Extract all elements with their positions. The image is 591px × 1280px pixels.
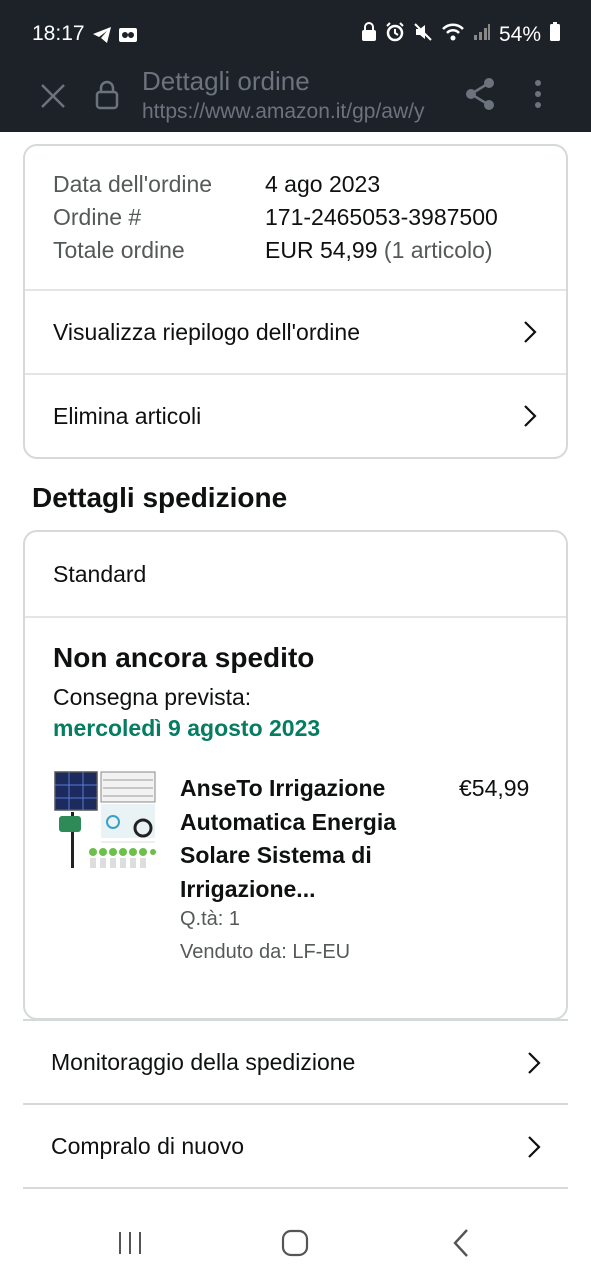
- order-total-row: Totale ordine EUR 54,99 (1 articolo): [53, 234, 538, 267]
- battery-percent: 54%: [498, 23, 541, 46]
- home-icon[interactable]: [276, 1226, 314, 1260]
- order-date-value: 4 ago 2023: [265, 171, 381, 197]
- status-icons: 54%: [361, 22, 561, 48]
- view-order-summary-label: Visualizza riepilogo dell'ordine: [53, 318, 360, 345]
- product-seller: Venduto da: LF-EU: [180, 941, 351, 963]
- product-title-line: Solare Sistema di: [180, 842, 372, 868]
- chevron-right-icon: [518, 404, 542, 428]
- shipping-method-label: Standard: [53, 560, 147, 587]
- shipping-card: Standard Non ancora spedito Consegna pre…: [23, 530, 568, 1020]
- wifi-icon: [441, 22, 465, 48]
- order-item-count: (1 articolo): [383, 237, 493, 263]
- order-total-label: Totale ordine: [53, 237, 185, 263]
- view-order-summary-link[interactable]: Visualizza riepilogo dell'ordine: [25, 289, 566, 373]
- telegram-icon: [92, 26, 112, 49]
- browser-page-title: Dettagli ordine: [142, 66, 310, 96]
- lock-status-icon: [361, 22, 377, 48]
- share-icon[interactable]: [462, 76, 498, 112]
- order-number-row: Ordine # 171-2465053-3987500: [53, 201, 538, 234]
- alarm-icon: [385, 22, 405, 48]
- product-title[interactable]: AnseTo Irrigazione Automatica Energia So…: [180, 772, 440, 906]
- browser-toolbar: Dettagli ordine https://www.amazon.it/gp…: [0, 66, 591, 132]
- order-date-label: Data dell'ordine: [53, 171, 213, 197]
- product-image[interactable]: [53, 770, 157, 874]
- product-price: €54,99: [459, 775, 530, 801]
- divider: [23, 1187, 568, 1189]
- order-date-row: Data dell'ordine 4 ago 2023: [53, 168, 538, 201]
- order-total-value: EUR 54,99 (1 articolo): [265, 234, 493, 267]
- order-total-amount: EUR 54,99: [265, 237, 378, 263]
- track-shipment-link[interactable]: Monitoraggio della spedizione: [23, 1019, 568, 1104]
- chevron-right-icon: [522, 1051, 546, 1075]
- shipment-details: Non ancora spedito Consegna prevista: me…: [25, 616, 566, 1018]
- product-item[interactable]: AnseTo Irrigazione Automatica Energia So…: [53, 770, 543, 980]
- back-icon[interactable]: [444, 1226, 478, 1260]
- status-time: 18:17: [32, 22, 85, 45]
- notification-icon: [118, 25, 138, 50]
- chevron-right-icon: [522, 1135, 546, 1159]
- status-bar: 18:17 54%: [0, 0, 591, 66]
- track-shipment-label: Monitoraggio della spedizione: [51, 1049, 356, 1075]
- delete-items-link[interactable]: Elimina articoli: [25, 373, 566, 457]
- delete-items-label: Elimina articoli: [53, 402, 202, 429]
- product-title-line: Automatica Energia: [180, 808, 396, 835]
- delivery-date: mercoledì 9 agosto 2023: [53, 715, 321, 741]
- order-number-value: 171-2465053-3987500: [265, 204, 498, 230]
- mute-icon: [413, 22, 433, 48]
- shipping-method: Standard: [25, 532, 566, 616]
- chevron-right-icon: [518, 320, 542, 344]
- buy-again-link[interactable]: Compralo di nuovo: [23, 1103, 568, 1188]
- delivery-label: Consegna prevista:: [53, 684, 252, 710]
- order-number-label: Ordine #: [53, 204, 142, 230]
- shipping-section-title: Dettagli spedizione: [32, 482, 288, 513]
- close-icon[interactable]: [36, 79, 70, 113]
- product-quantity: Q.tà: 1: [180, 908, 241, 930]
- order-info: Data dell'ordine 4 ago 2023 Ordine # 171…: [25, 146, 566, 289]
- shipment-status: Non ancora spedito: [53, 642, 315, 673]
- recent-apps-icon[interactable]: [110, 1228, 150, 1258]
- order-summary-card: Data dell'ordine 4 ago 2023 Ordine # 171…: [23, 144, 568, 459]
- battery-icon: [549, 22, 561, 48]
- browser-url[interactable]: https://www.amazon.it/gp/aw/y: [142, 100, 440, 124]
- system-nav-bar: [0, 1190, 591, 1280]
- product-title-line: AnseTo Irrigazione: [180, 775, 386, 801]
- more-vert-icon[interactable]: [524, 76, 552, 112]
- product-title-line: Irrigazione...: [180, 875, 316, 902]
- buy-again-label: Compralo di nuovo: [51, 1133, 245, 1159]
- lock-icon[interactable]: [92, 78, 122, 112]
- signal-icon: [473, 23, 491, 47]
